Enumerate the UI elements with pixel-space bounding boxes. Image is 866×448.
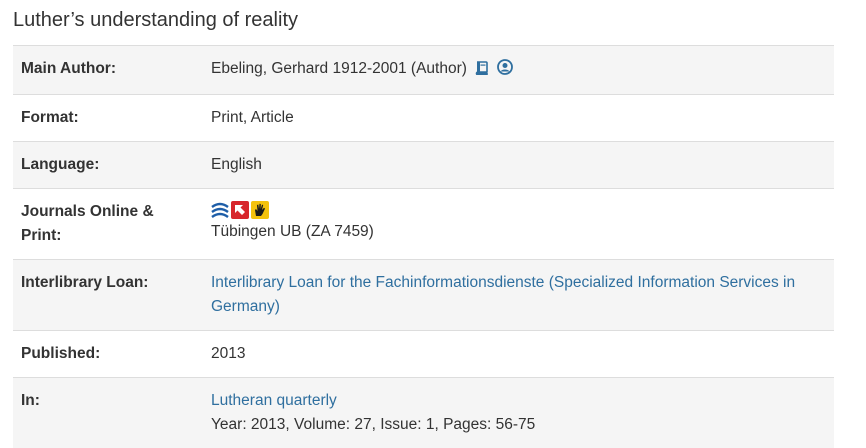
- label-format: Format:: [13, 95, 211, 142]
- row-main-author: Main Author: Ebeling, Gerhard 1912-2001 …: [13, 46, 834, 95]
- label-journals-line1: Journals Online &: [21, 203, 154, 220]
- author-link[interactable]: Ebeling, Gerhard 1912-2001 (Author): [211, 60, 467, 77]
- value-journals: Tübingen UB (ZA 7459): [211, 189, 834, 260]
- record-details-table: Main Author: Ebeling, Gerhard 1912-2001 …: [13, 45, 834, 448]
- interlibrary-loan-link[interactable]: Interlibrary Loan for the Fachinformatio…: [211, 274, 795, 315]
- value-interlibrary-loan: Interlibrary Loan for the Fachinformatio…: [211, 260, 834, 331]
- value-main-author: Ebeling, Gerhard 1912-2001 (Author): [211, 46, 834, 95]
- book-icon[interactable]: [475, 59, 489, 83]
- interlibrary-loan-link-line1[interactable]: Interlibrary Loan for the Fachinformatio…: [211, 274, 795, 291]
- label-language: Language:: [13, 142, 211, 189]
- row-language: Language: English: [13, 142, 834, 189]
- row-published: Published: 2013: [13, 331, 834, 378]
- row-in: In: Lutheran quarterly Year: 2013, Volum…: [13, 378, 834, 448]
- label-published: Published:: [13, 331, 211, 378]
- row-interlibrary-loan: Interlibrary Loan: Interlibrary Loan for…: [13, 260, 834, 331]
- label-journals: Journals Online & Print:: [13, 189, 211, 260]
- interlibrary-loan-link-line2[interactable]: Germany): [211, 298, 280, 315]
- hand-yellow-icon[interactable]: [251, 201, 269, 219]
- row-journals: Journals Online & Print:: [13, 189, 834, 260]
- ezb-wave-icon[interactable]: [211, 201, 229, 219]
- label-journals-line2: Print:: [21, 227, 61, 244]
- value-in: Lutheran quarterly Year: 2013, Volume: 2…: [211, 378, 834, 448]
- label-in: In:: [13, 378, 211, 448]
- arrow-red-icon[interactable]: [231, 201, 249, 219]
- value-format: Print, Article: [211, 95, 834, 142]
- availability-badges: [211, 200, 826, 220]
- value-language: English: [211, 142, 834, 189]
- journal-details: Year: 2013, Volume: 27, Issue: 1, Pages:…: [211, 416, 535, 433]
- label-interlibrary-loan: Interlibrary Loan:: [13, 260, 211, 331]
- row-format: Format: Print, Article: [13, 95, 834, 142]
- holding-location: Tübingen UB (ZA 7459): [211, 220, 826, 244]
- journal-link[interactable]: Lutheran quarterly: [211, 392, 337, 409]
- page-title: Luther’s understanding of reality: [13, 9, 298, 32]
- label-main-author: Main Author:: [13, 46, 211, 95]
- value-published: 2013: [211, 331, 834, 378]
- user-circle-icon[interactable]: [497, 59, 513, 83]
